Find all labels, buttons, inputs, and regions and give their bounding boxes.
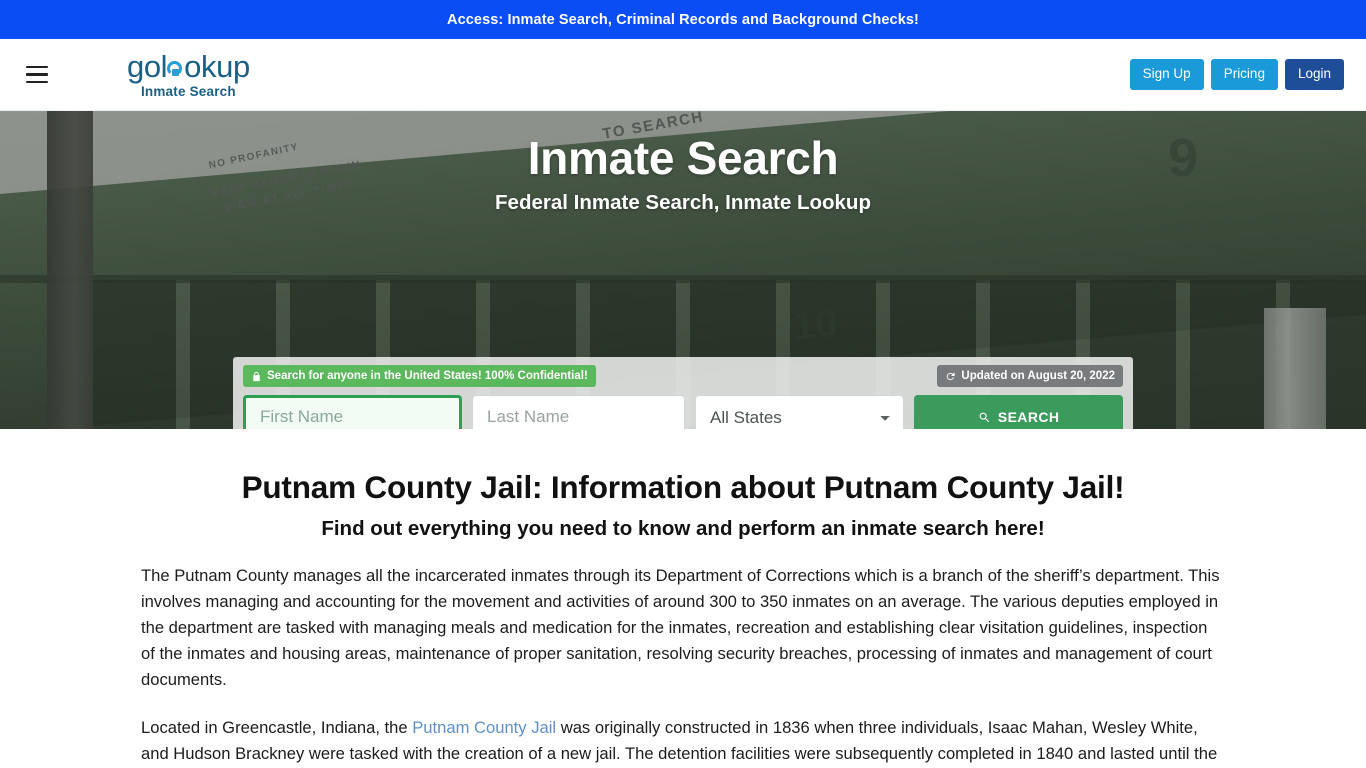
search-button[interactable]: SEARCH bbox=[914, 395, 1123, 429]
site-logo[interactable]: gol okup Inmate Search bbox=[127, 51, 250, 99]
magnifier-handle bbox=[171, 68, 179, 76]
announcement-text: Access: Inmate Search, Criminal Records … bbox=[447, 11, 919, 28]
header-actions: Sign Up Pricing Login bbox=[1129, 59, 1344, 90]
login-button[interactable]: Login bbox=[1284, 59, 1344, 90]
first-name-input[interactable] bbox=[243, 395, 462, 429]
inmate-search-panel: Search for anyone in the United States! … bbox=[233, 357, 1133, 429]
hero-content: Inmate Search Federal Inmate Search, Inm… bbox=[0, 111, 1366, 215]
hamburger-line bbox=[26, 66, 48, 69]
confidential-badge-text: Search for anyone in the United States! … bbox=[267, 370, 588, 382]
updated-badge: Updated on August 20, 2022 bbox=[937, 365, 1123, 388]
updated-badge-text: Updated on August 20, 2022 bbox=[961, 370, 1115, 382]
hamburger-line bbox=[26, 73, 48, 76]
hero-section: NO PROFANITY KEEP HANDS IN PLAIN VIEW AT… bbox=[0, 111, 1366, 429]
site-header: gol okup Inmate Search Sign Up Pricing L… bbox=[0, 39, 1366, 111]
announcement-bar: Access: Inmate Search, Criminal Records … bbox=[0, 0, 1366, 39]
search-panel-badges: Search for anyone in the United States! … bbox=[243, 365, 1123, 388]
article-section: Putnam County Jail: Information about Pu… bbox=[0, 429, 1366, 768]
refresh-icon bbox=[945, 371, 956, 382]
putnam-county-jail-link[interactable]: Putnam County Jail bbox=[412, 718, 556, 737]
article-container: Putnam County Jail: Information about Pu… bbox=[141, 469, 1225, 768]
lock-icon bbox=[251, 371, 262, 382]
hamburger-menu-icon[interactable] bbox=[26, 66, 48, 83]
magnifier-logo-icon bbox=[167, 59, 184, 76]
magnifier-icon bbox=[978, 411, 991, 424]
search-button-label: SEARCH bbox=[997, 409, 1060, 426]
page-subtitle: Find out everything you need to know and… bbox=[321, 517, 1045, 540]
pricing-button[interactable]: Pricing bbox=[1210, 59, 1278, 90]
logo-text-after: okup bbox=[184, 48, 250, 84]
confidential-badge: Search for anyone in the United States! … bbox=[243, 365, 596, 388]
paragraph-2-text-before: Located in Greencastle, Indiana, the bbox=[141, 718, 413, 737]
sign-up-button[interactable]: Sign Up bbox=[1129, 59, 1204, 90]
article-paragraph-1: The Putnam County manages all the incarc… bbox=[141, 566, 1220, 689]
hero-title: Inmate Search bbox=[527, 132, 839, 184]
hero-subtitle: Federal Inmate Search, Inmate Lookup bbox=[495, 191, 871, 214]
state-select[interactable]: All States bbox=[695, 395, 905, 429]
search-form: All States SEARCH bbox=[243, 395, 1123, 429]
logo-wordmark: gol okup bbox=[127, 51, 250, 82]
page-title: Putnam County Jail: Information about Pu… bbox=[241, 469, 1125, 505]
logo-text-before: gol bbox=[127, 48, 168, 84]
logo-tagline: Inmate Search bbox=[140, 83, 236, 99]
hamburger-line bbox=[26, 80, 48, 83]
last-name-input[interactable] bbox=[472, 395, 685, 429]
article-paragraph-2: Located in Greencastle, Indiana, the Put… bbox=[141, 715, 1225, 768]
